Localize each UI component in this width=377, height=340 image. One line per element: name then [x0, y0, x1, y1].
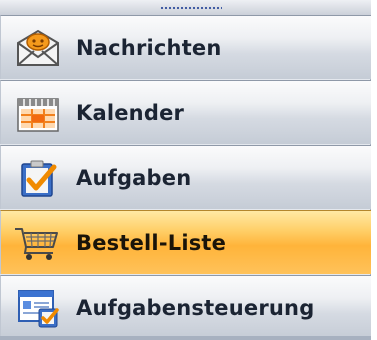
nav-item-label: Aufgaben	[76, 165, 192, 190]
splitter-grip[interactable]	[160, 6, 222, 10]
nav-item-aufgaben[interactable]: Aufgaben	[0, 145, 371, 209]
shopping-cart-icon	[10, 221, 66, 265]
pane-bottom-border	[0, 336, 371, 340]
nav-item-kalender[interactable]: Kalender	[0, 80, 371, 144]
nav-item-label: Nachrichten	[76, 35, 222, 60]
navigation-pane: Nachrichten Kalender Aufgaben Bestell-Li…	[0, 0, 371, 340]
calendar-icon	[10, 91, 66, 135]
nav-item-label: Bestell-Liste	[76, 230, 227, 255]
nav-item-label: Kalender	[76, 100, 185, 125]
nav-item-label: Aufgabensteuerung	[76, 295, 315, 320]
nav-item-nachrichten[interactable]: Nachrichten	[0, 15, 371, 79]
nav-item-aufgabensteuerung[interactable]: Aufgabensteuerung	[0, 275, 371, 339]
task-clipboard-icon	[10, 156, 66, 200]
task-control-icon	[10, 286, 66, 330]
nav-item-bestell-liste[interactable]: Bestell-Liste	[0, 210, 371, 274]
mail-envelope-icon	[10, 26, 66, 70]
